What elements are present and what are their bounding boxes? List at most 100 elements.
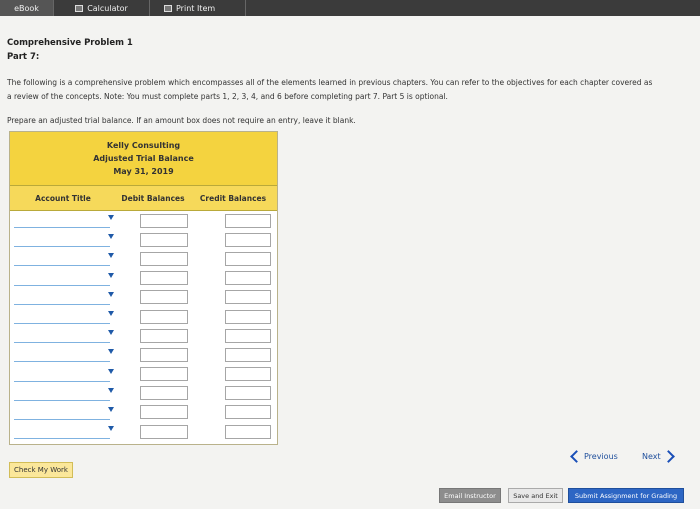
debit-amount-input[interactable]: [140, 405, 188, 420]
credit-amount-input[interactable]: [225, 232, 271, 247]
credit-amount-input[interactable]: [225, 347, 271, 362]
caret-down-icon[interactable]: [108, 426, 114, 432]
caret-down-icon[interactable]: [108, 330, 114, 336]
company-name: Kelly Consulting: [106, 141, 181, 150]
top-toolbar: eBook Calculator Print Item: [0, 0, 700, 16]
intro-text-line-2: a review of the concepts. Note: You must…: [7, 92, 448, 101]
table-row: [10, 345, 277, 364]
credit-amount-input[interactable]: [225, 309, 271, 324]
calculator-tab-label: Calculator: [87, 3, 128, 13]
debit-amount-input[interactable]: [140, 271, 188, 286]
debit-amount-input[interactable]: [140, 367, 188, 382]
column-credit-balances: Credit Balances: [199, 193, 267, 203]
column-debit-balances: Debit Balances: [121, 193, 185, 203]
statement-title: Adjusted Trial Balance: [93, 154, 194, 163]
account-title-cell: [10, 345, 116, 364]
caret-down-icon[interactable]: [108, 291, 114, 297]
ebook-tab-label: eBook: [14, 3, 39, 13]
debit-amount-input[interactable]: [140, 386, 188, 401]
table-row: [10, 307, 277, 326]
column-headers: Account Title Debit Balances Credit Bala…: [10, 186, 277, 211]
account-title-dropdown[interactable]: [14, 347, 110, 363]
caret-down-icon[interactable]: [108, 253, 114, 259]
table-row: [10, 269, 277, 288]
account-title-dropdown[interactable]: [14, 328, 110, 344]
printer-icon: [164, 4, 172, 12]
caret-down-icon[interactable]: [108, 272, 114, 278]
print-item-tab-label: Print Item: [176, 3, 216, 13]
debit-amount-input[interactable]: [140, 232, 188, 247]
save-and-exit-button[interactable]: Save and Exit: [508, 488, 563, 503]
account-title-cell: [10, 307, 116, 326]
credit-amount-input[interactable]: [225, 290, 271, 305]
account-title-dropdown[interactable]: [14, 232, 110, 248]
caret-down-icon[interactable]: [108, 406, 114, 412]
account-title-cell: [10, 326, 116, 345]
problem-title: Comprehensive Problem 1: [7, 38, 133, 48]
account-title-dropdown[interactable]: [14, 271, 110, 286]
table-row: [10, 249, 277, 268]
debit-amount-input[interactable]: [140, 309, 188, 324]
account-title-dropdown[interactable]: [14, 386, 110, 401]
account-title-dropdown[interactable]: [14, 405, 110, 420]
caret-down-icon[interactable]: [108, 215, 114, 221]
debit-amount-input[interactable]: [140, 328, 188, 343]
account-title-dropdown[interactable]: [14, 290, 110, 305]
account-title-cell: [10, 230, 116, 249]
account-title-dropdown[interactable]: [14, 309, 110, 325]
caret-down-icon[interactable]: [108, 368, 114, 374]
credit-amount-input[interactable]: [225, 328, 271, 343]
credit-amount-input[interactable]: [225, 251, 271, 266]
table-body: [10, 211, 277, 441]
table-header: Kelly Consulting Adjusted Trial Balance …: [10, 132, 277, 186]
account-title-cell: [10, 211, 116, 230]
account-title-cell: [10, 365, 116, 384]
caret-down-icon[interactable]: [108, 311, 114, 317]
calculator-tab[interactable]: Calculator: [54, 0, 150, 16]
table-row: [10, 230, 277, 249]
table-row: [10, 288, 277, 307]
chevron-right-icon: [661, 450, 675, 463]
credit-amount-input[interactable]: [225, 213, 271, 228]
account-title-dropdown[interactable]: [14, 251, 110, 267]
debit-amount-input[interactable]: [140, 424, 188, 439]
caret-down-icon[interactable]: [108, 234, 114, 240]
credit-amount-input[interactable]: [225, 367, 271, 382]
debit-amount-input[interactable]: [140, 290, 188, 305]
toolbar-spacer: [246, 0, 700, 16]
previous-button[interactable]: Previous: [570, 450, 618, 463]
intro-text-line-1: The following is a comprehensive problem…: [7, 78, 653, 87]
credit-amount-input[interactable]: [225, 405, 271, 420]
account-title-cell: [10, 269, 116, 288]
email-instructor-button[interactable]: Email Instructor: [439, 488, 501, 503]
instruction-text: Prepare an adjusted trial balance. If an…: [7, 116, 356, 125]
caret-down-icon[interactable]: [108, 349, 114, 355]
account-title-dropdown[interactable]: [14, 213, 110, 229]
account-title-cell: [10, 288, 116, 307]
previous-label: Previous: [584, 452, 618, 461]
submit-assignment-button[interactable]: Submit Assignment for Grading: [568, 488, 684, 503]
account-title-cell: [10, 422, 116, 441]
calculator-icon: [75, 4, 84, 12]
account-title-cell: [10, 249, 116, 268]
table-row: [10, 403, 277, 422]
table-row: [10, 384, 277, 403]
credit-amount-input[interactable]: [225, 424, 271, 439]
debit-amount-input[interactable]: [140, 251, 188, 266]
print-item-tab[interactable]: Print Item: [150, 0, 246, 16]
next-button[interactable]: Next: [642, 450, 675, 463]
account-title-dropdown[interactable]: [14, 367, 110, 382]
credit-amount-input[interactable]: [225, 271, 271, 286]
caret-down-icon[interactable]: [108, 387, 114, 393]
account-title-dropdown[interactable]: [14, 424, 110, 440]
table-row: [10, 326, 277, 345]
account-title-cell: [10, 403, 116, 422]
ebook-tab[interactable]: eBook: [0, 0, 54, 16]
check-my-work-button[interactable]: Check My Work: [9, 462, 73, 478]
debit-amount-input[interactable]: [140, 347, 188, 362]
credit-amount-input[interactable]: [225, 386, 271, 401]
statement-date: May 31, 2019: [113, 167, 174, 176]
debit-amount-input[interactable]: [140, 213, 188, 228]
chevron-left-icon: [570, 450, 583, 463]
table-row: [10, 422, 277, 441]
